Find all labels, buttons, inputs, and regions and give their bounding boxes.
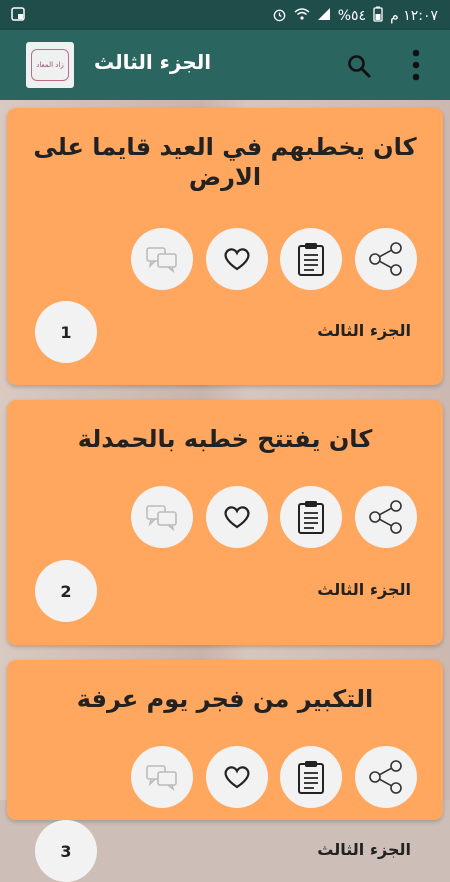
logo-text: زاد المعاد — [36, 61, 64, 69]
clipboard-icon — [298, 501, 324, 534]
card-number: 1 — [35, 301, 97, 363]
screenshot-icon — [10, 7, 26, 26]
chat-bubbles-icon — [146, 765, 177, 791]
chat-bubbles-icon — [146, 247, 177, 273]
copy-button[interactable] — [280, 228, 342, 290]
logo-badge: زاد المعاد — [31, 49, 69, 81]
comments-button[interactable] — [131, 228, 193, 290]
app-bar: زاد المعاد الجزء الثالث — [0, 30, 450, 100]
card-number: 3 — [35, 820, 97, 882]
card-title: كان يخطبهم في العيد قايما على الارض — [33, 133, 417, 191]
share-button[interactable] — [355, 228, 417, 290]
wifi-icon — [294, 7, 310, 25]
search-button[interactable] — [343, 50, 375, 82]
favorite-button[interactable] — [206, 486, 268, 548]
favorite-button[interactable] — [206, 746, 268, 808]
card-title: التكبير من فجر يوم عرفة — [76, 685, 374, 713]
share-icon — [369, 242, 402, 276]
list-item[interactable]: كان يخطبهم في العيد قايما على الارض 1 ال… — [7, 108, 443, 385]
list-item[interactable]: كان يفتتح خطبه بالحمدلة 2 الجزء الثالث — [7, 400, 443, 645]
card-part-label: الجزء الثالث — [317, 580, 411, 599]
favorite-button[interactable] — [206, 228, 268, 290]
clipboard-icon — [298, 243, 324, 276]
comments-button[interactable] — [131, 746, 193, 808]
card-title: كان يفتتح خطبه بالحمدلة — [77, 425, 373, 453]
copy-button[interactable] — [280, 746, 342, 808]
share-button[interactable] — [355, 486, 417, 548]
card-part-label: الجزء الثالث — [317, 321, 411, 340]
status-bar: %٥٤ ١٢:٠٧ م — [0, 0, 450, 30]
share-icon — [369, 760, 402, 794]
search-icon — [348, 55, 371, 78]
more-vertical-icon — [412, 49, 420, 81]
comments-button[interactable] — [131, 486, 193, 548]
chat-bubbles-icon — [146, 505, 177, 531]
copy-button[interactable] — [280, 486, 342, 548]
battery-percent: %٥٤ — [337, 8, 367, 24]
status-time: ١٢:٠٧ م — [390, 8, 438, 24]
signal-icon — [317, 7, 331, 25]
heart-icon — [224, 248, 250, 271]
heart-icon — [224, 506, 250, 529]
status-right: %٥٤ ١٢:٠٧ م — [272, 6, 438, 26]
card-number: 2 — [35, 560, 97, 622]
overflow-menu-button[interactable] — [404, 45, 428, 85]
battery-icon — [373, 6, 383, 26]
alarm-icon — [272, 7, 287, 26]
status-left — [10, 6, 26, 26]
heart-icon — [224, 766, 250, 789]
clipboard-icon — [298, 761, 324, 794]
app-logo[interactable]: زاد المعاد — [26, 42, 74, 88]
share-button[interactable] — [355, 746, 417, 808]
share-icon — [369, 500, 402, 534]
card-part-label: الجزء الثالث — [317, 840, 411, 859]
list-item[interactable]: التكبير من فجر يوم عرفة 3 الجزء الثالث — [7, 660, 443, 882]
page-title: الجزء الثالث — [94, 50, 212, 74]
